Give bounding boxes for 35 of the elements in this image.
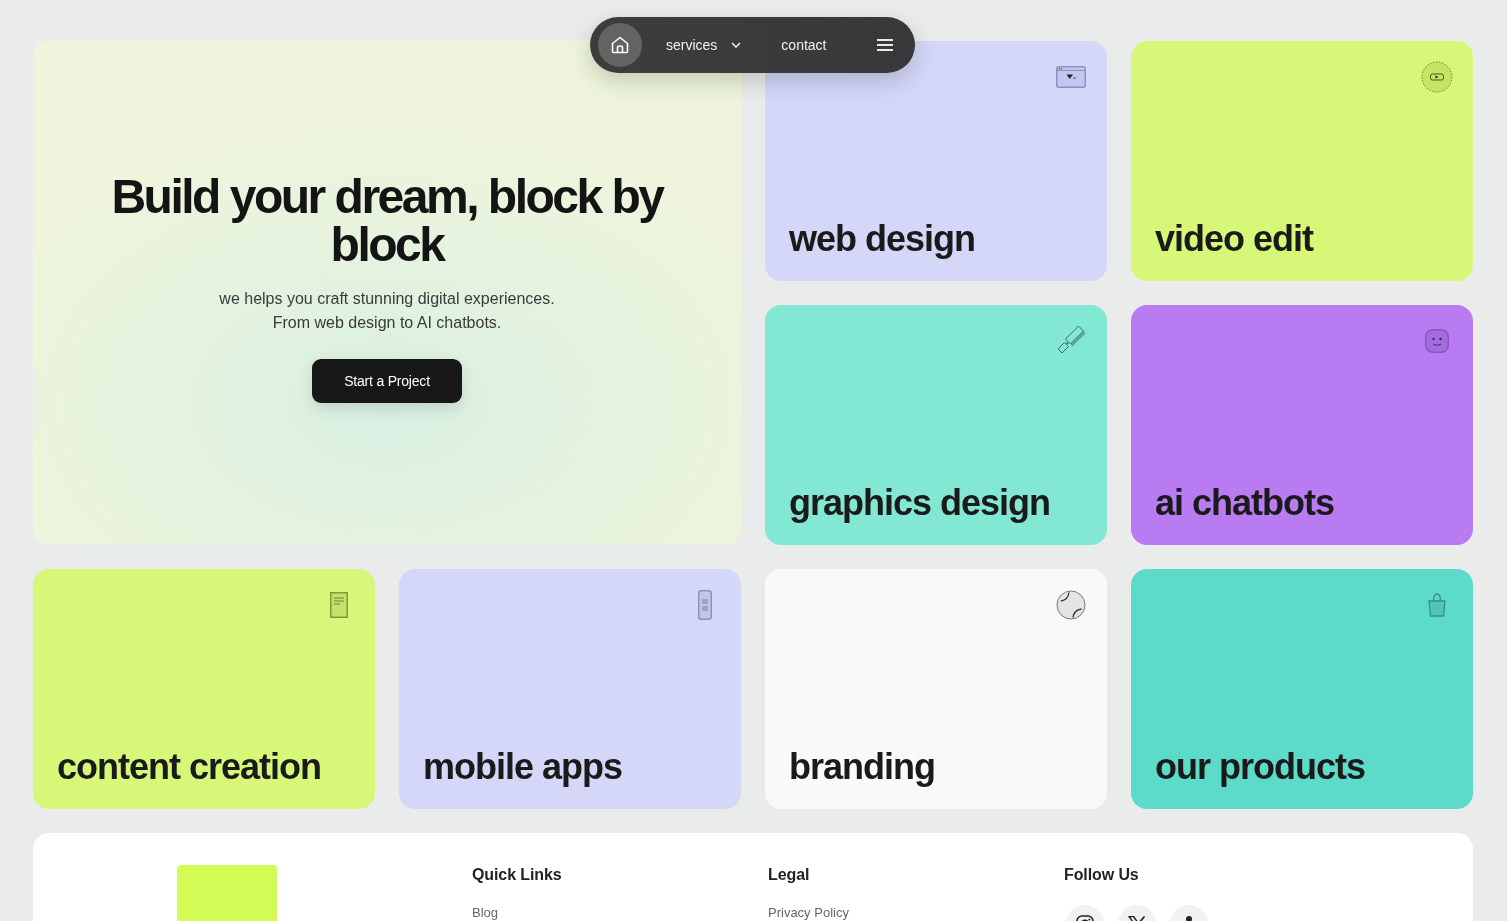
service-card[interactable]: graphics design: [765, 305, 1107, 545]
document-icon: [330, 592, 348, 618]
service-card[interactable]: video edit: [1131, 41, 1473, 281]
card-title: mobile apps: [423, 745, 623, 789]
service-card[interactable]: our products: [1131, 569, 1473, 809]
card-title: branding: [789, 745, 935, 789]
card-title: video edit: [1155, 217, 1314, 261]
nav-link[interactable]: services: [666, 36, 742, 54]
card-title: content creation: [57, 745, 322, 789]
footer-heading: Quick Links: [472, 865, 563, 885]
smiley-face-icon: [1425, 329, 1449, 353]
menu-button[interactable]: [877, 39, 893, 51]
card-title: web design: [789, 217, 976, 261]
footer-heading: Follow Us: [1064, 865, 1140, 885]
footer-link[interactable]: Privacy Policy: [768, 905, 849, 921]
ball-icon: [1056, 590, 1086, 620]
home-icon: [611, 36, 629, 54]
service-card[interactable]: ai chatbots: [1131, 305, 1473, 545]
service-card[interactable]: branding: [765, 569, 1107, 809]
phone-icon: [698, 590, 712, 620]
hero-title: Build your dream, block by block: [110, 173, 665, 269]
card-title: graphics design: [789, 481, 1051, 525]
home-button[interactable]: [598, 23, 642, 67]
card-title: our products: [1155, 745, 1365, 789]
card-title: ai chatbots: [1155, 481, 1335, 525]
footer-link[interactable]: Blog: [472, 905, 499, 921]
video-play-icon: [1421, 61, 1453, 93]
service-card[interactable]: mobile apps: [399, 569, 741, 809]
shopping-bag-icon: [1427, 593, 1447, 617]
footer-heading: Legal: [768, 865, 811, 885]
service-card[interactable]: content creation: [33, 569, 375, 809]
browser-window-icon: [1056, 66, 1086, 88]
hero-subtitle: we helps you craft stunning digital experiences. From web design to AI chatbots.: [219, 289, 555, 333]
start-project-button[interactable]: Start a Project: [312, 359, 462, 403]
menu-icon: [877, 39, 893, 51]
